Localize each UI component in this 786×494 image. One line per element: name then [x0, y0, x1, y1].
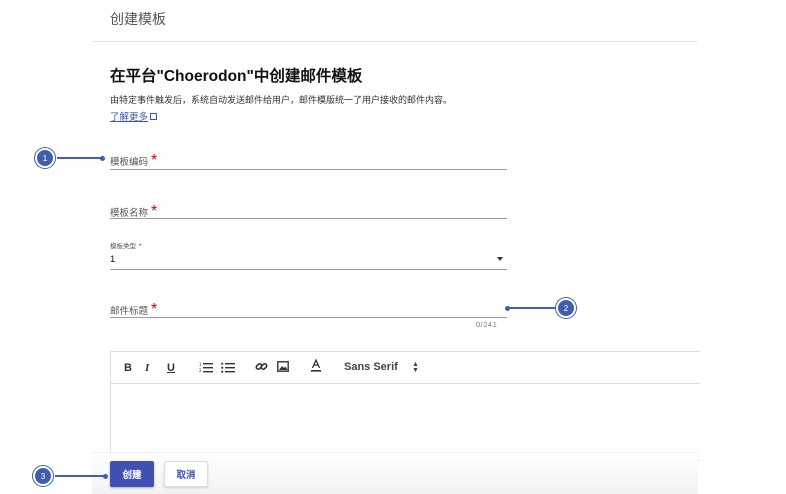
callout-leader-3 [55, 475, 105, 477]
font-family-select[interactable]: Sans Serif [344, 361, 398, 373]
svg-text:1: 1 [199, 362, 202, 367]
callout-dot-2 [505, 305, 510, 311]
italic-button[interactable]: I [145, 362, 149, 374]
email-subject-label: 邮件标题 [110, 306, 149, 317]
learn-more-label: 了解更多 [110, 112, 149, 123]
template-code-field[interactable]: 模板编码 * [110, 152, 507, 170]
callout-dot-1 [100, 155, 105, 161]
link-icon[interactable] [255, 360, 268, 376]
template-name-label: 模板名称 [110, 208, 149, 219]
page-header: 创建模板 [92, 0, 698, 42]
template-type-value: 1 [110, 254, 116, 265]
bold-button[interactable]: B [124, 362, 132, 374]
callout-badge-1: 1 [35, 148, 55, 168]
callout-badge-3: 3 [33, 466, 53, 486]
editor-content-area[interactable] [111, 384, 700, 460]
template-type-select[interactable]: 模板类型 * 1 [110, 240, 507, 270]
form-description: 由特定事件触发后，系统自动发送邮件给用户，邮件模版统一了用户接收的邮件内容。 [110, 95, 453, 105]
cancel-button[interactable]: 取消 [164, 461, 208, 487]
create-button[interactable]: 创建 [110, 461, 154, 487]
required-mark: * [151, 152, 158, 169]
rich-text-editor[interactable]: B I U 12 Sans Serif ▲ ▼ [110, 351, 700, 461]
bullet-list-icon[interactable] [221, 362, 235, 376]
callout-leader-1 [57, 157, 102, 159]
editor-toolbar: B I U 12 Sans Serif ▲ ▼ [111, 352, 700, 384]
text-color-icon[interactable] [310, 358, 322, 376]
image-icon[interactable] [277, 361, 289, 375]
subject-char-counter: 0/241 [476, 320, 498, 329]
page-title: 创建模板 [110, 11, 166, 27]
callout-dot-3 [103, 473, 108, 479]
underline-button[interactable]: U [167, 362, 175, 374]
svg-text:2: 2 [199, 368, 202, 373]
external-link-icon [150, 113, 158, 120]
caret-down-icon[interactable] [497, 257, 503, 261]
template-code-label: 模板编码 [110, 157, 149, 168]
form-heading: 在平台"Choerodon"中创建邮件模板 [110, 68, 363, 85]
required-mark: * [151, 301, 158, 318]
ordered-list-icon[interactable]: 12 [199, 362, 213, 376]
learn-more-link[interactable]: 了解更多 [110, 109, 158, 123]
font-select-arrows-icon[interactable]: ▲ ▼ [412, 361, 419, 374]
required-mark: * [151, 203, 158, 220]
email-subject-field[interactable]: 邮件标题 * [110, 301, 507, 318]
callout-leader-2 [508, 307, 556, 309]
page: 创建模板 在平台"Choerodon"中创建邮件模板 由特定事件触发后，系统自动… [0, 0, 786, 494]
required-mark: * [139, 243, 142, 250]
callout-badge-2: 2 [556, 298, 576, 318]
template-type-label: 模板类型 [110, 243, 136, 250]
template-name-field[interactable]: 模板名称 * [110, 203, 507, 220]
